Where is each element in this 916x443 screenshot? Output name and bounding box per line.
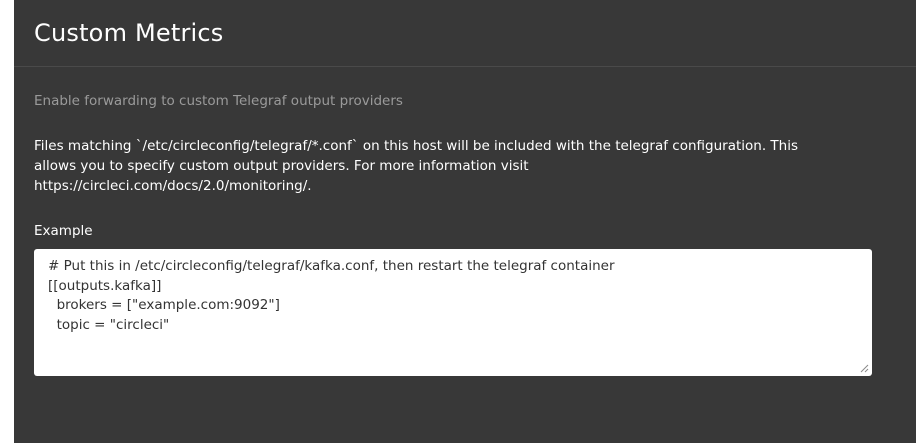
example-label: Example bbox=[34, 223, 93, 239]
resize-grip-icon[interactable] bbox=[860, 364, 869, 373]
panel-header: Custom Metrics bbox=[14, 0, 916, 67]
section-description: Files matching `/etc/circleconfig/telegr… bbox=[34, 136, 874, 196]
section-subtitle: Enable forwarding to custom Telegraf out… bbox=[34, 93, 403, 109]
code-line: # Put this in /etc/circleconfig/telegraf… bbox=[48, 258, 615, 274]
code-line: brokers = ["example.com:9092"] bbox=[48, 297, 280, 313]
description-line: allows you to specify custom output prov… bbox=[34, 158, 529, 174]
description-line: Files matching `/etc/circleconfig/telegr… bbox=[34, 138, 799, 154]
example-config-textarea[interactable]: # Put this in /etc/circleconfig/telegraf… bbox=[34, 249, 872, 376]
page-title: Custom Metrics bbox=[34, 19, 224, 47]
panel-content: Enable forwarding to custom Telegraf out… bbox=[14, 92, 916, 376]
custom-metrics-panel: Custom Metrics Enable forwarding to cust… bbox=[14, 0, 916, 443]
description-line: https://circleci.com/docs/2.0/monitoring… bbox=[34, 178, 312, 194]
code-line: topic = "circleci" bbox=[48, 316, 170, 333]
code-line: [[outputs.kafka]] bbox=[48, 277, 162, 294]
